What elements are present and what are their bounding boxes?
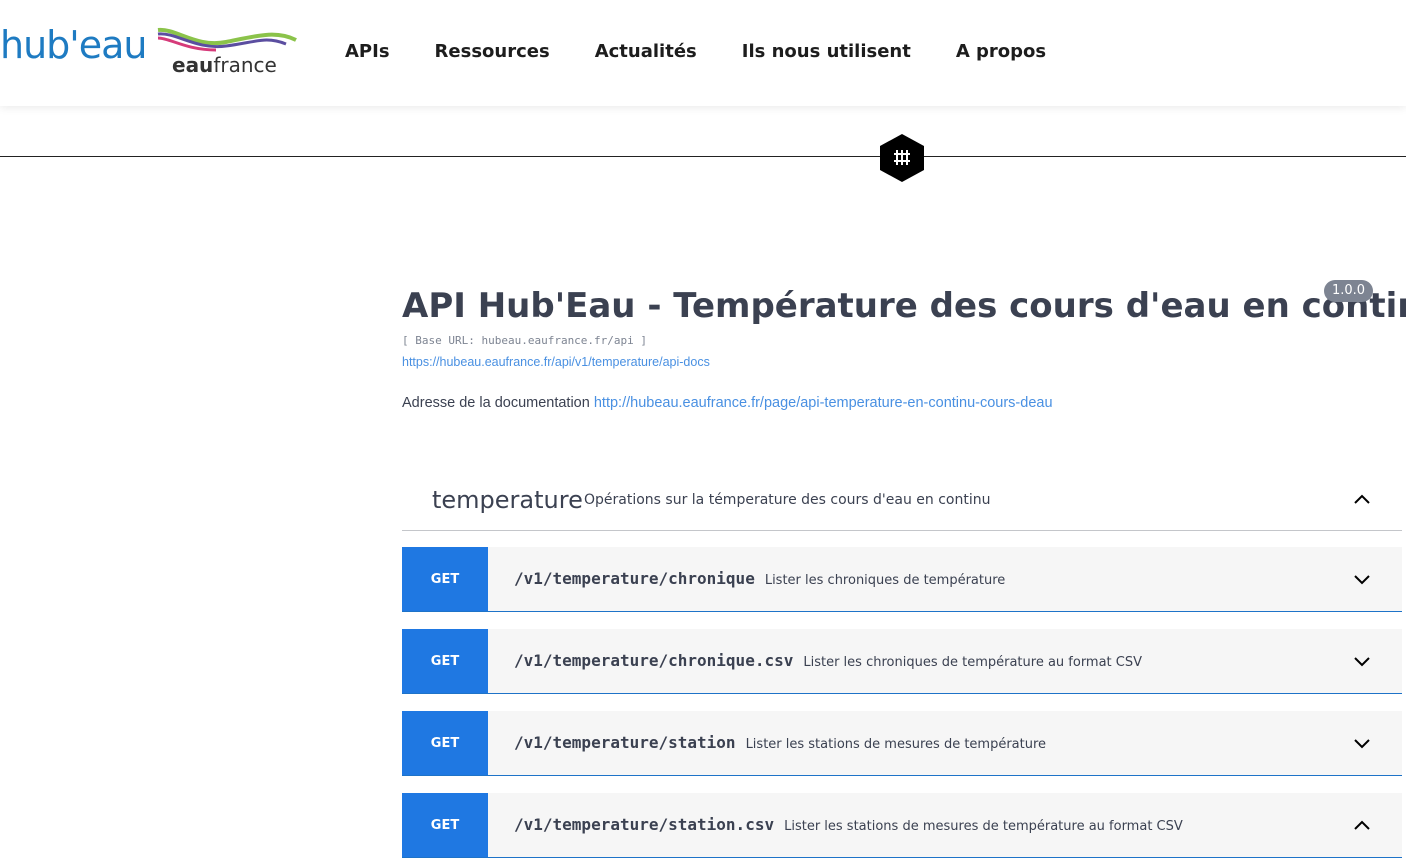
operation-path: /v1/temperature/station Lister les statio… <box>514 733 1047 752</box>
operation-get-station-csv[interactable]: GET /v1/temperature/station.csv Lister le… <box>402 793 1402 858</box>
operation-summary: Lister les stations de mesures de tempér… <box>745 737 1047 752</box>
chevron-up-icon[interactable] <box>1352 815 1372 835</box>
method-badge-get: GET <box>402 629 488 693</box>
tag-name: temperature <box>432 486 583 514</box>
method-badge-get: GET <box>402 793 488 857</box>
operation-get-chronique[interactable]: GET /v1/temperature/chronique Lister les … <box>402 547 1402 612</box>
nav-ils-nous-utilisent[interactable]: Ils nous utilisent <box>742 38 911 66</box>
documentation-link[interactable]: http://hubeau.eaufrance.fr/page/api-temp… <box>594 395 1053 411</box>
site-header: hub'eau eaufrance APIs Ressources Actual… <box>0 0 1406 106</box>
tag-description: Opérations sur la témperature des cours … <box>584 492 991 508</box>
description-prefix: Adresse de la documentation <box>402 395 590 411</box>
tag-section-temperature[interactable]: temperature Opérations sur la témperatur… <box>402 472 1402 531</box>
nav-a-propos[interactable]: A propos <box>956 38 1046 66</box>
page-title: API Hub'Eau - Température des cours d'ea… <box>402 286 1406 326</box>
eaufrance-logo[interactable]: eaufrance <box>156 26 301 82</box>
section-divider <box>0 156 1406 157</box>
chevron-down-icon[interactable] <box>1352 733 1372 753</box>
method-badge-get: GET <box>402 711 488 775</box>
operation-path: /v1/temperature/chronique.csv Lister les … <box>514 651 1143 670</box>
chevron-up-icon[interactable] <box>1352 489 1372 509</box>
hexagon-swagger-icon <box>880 134 924 182</box>
api-description: Adresse de la documentation http://hubea… <box>402 393 1402 413</box>
hubeau-logo-text: hub'eau <box>0 23 147 67</box>
api-info: API Hub'Eau - Température des cours d'ea… <box>402 280 1406 413</box>
hubeau-logo[interactable]: hub'eau <box>0 18 147 82</box>
eaufrance-logo-text: eaufrance <box>172 53 277 77</box>
operation-summary: Lister les stations de mesures de tempér… <box>784 819 1183 834</box>
nav-apis[interactable]: APIs <box>345 38 390 66</box>
method-badge-get: GET <box>402 547 488 611</box>
nav-ressources[interactable]: Ressources <box>435 38 550 66</box>
operation-get-chronique-csv[interactable]: GET /v1/temperature/chronique.csv Lister … <box>402 629 1402 694</box>
base-url: [ Base URL: hubeau.eaufrance.fr/api ] <box>402 334 648 347</box>
nav-actualites[interactable]: Actualités <box>595 38 697 66</box>
main-nav: APIs Ressources Actualités Ils nous util… <box>345 38 1091 66</box>
operation-path: /v1/temperature/chronique Lister les chro… <box>514 569 1006 588</box>
operation-get-station[interactable]: GET /v1/temperature/station Lister les st… <box>402 711 1402 776</box>
chevron-down-icon[interactable] <box>1352 569 1372 589</box>
operation-path: /v1/temperature/station.csv Lister les st… <box>514 815 1183 834</box>
operation-summary: Lister les chroniques de température <box>764 573 1006 588</box>
operation-summary: Lister les chroniques de température au … <box>803 655 1143 670</box>
chevron-down-icon[interactable] <box>1352 651 1372 671</box>
version-badge: 1.0.0 <box>1324 280 1374 302</box>
api-docs-link[interactable]: https://hubeau.eaufrance.fr/api/v1/tempe… <box>402 353 1402 371</box>
